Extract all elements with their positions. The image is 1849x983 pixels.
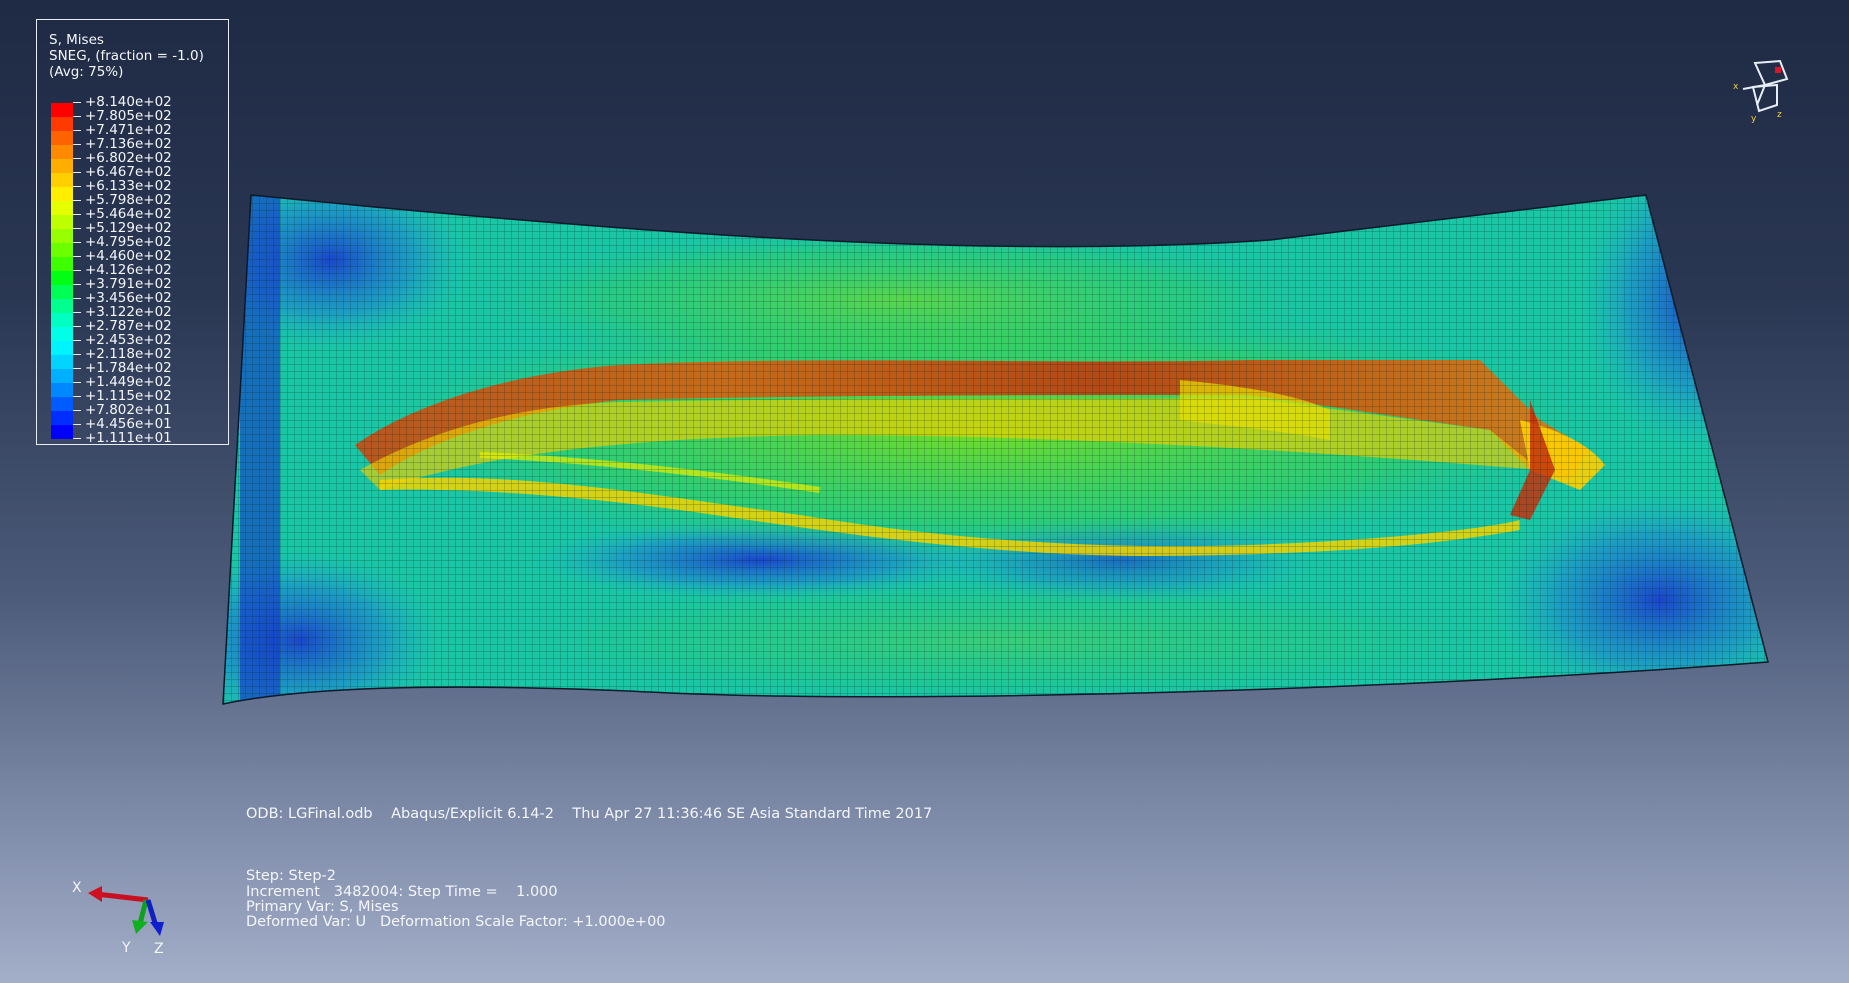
legend-averaging: (Avg: 75%) <box>49 64 124 80</box>
legend-tick <box>73 242 81 243</box>
legend-tick <box>73 354 81 355</box>
increment-text: Increment 3482004: Step Time = 1.000 <box>246 884 558 900</box>
axis-triad-icon: X Y Z <box>72 880 164 957</box>
legend-tick <box>73 256 81 257</box>
small-triad-y-label: y <box>1751 114 1757 124</box>
legend-tick <box>73 214 81 215</box>
axis-y-label: Y <box>121 940 131 956</box>
legend-tick <box>73 186 81 187</box>
legend-tick <box>73 438 81 439</box>
legend-tick <box>73 424 81 425</box>
primary-var-text: Primary Var: S, Mises <box>246 899 399 915</box>
legend-tick <box>73 382 81 383</box>
axis-x-label: X <box>72 880 82 896</box>
legend-tick <box>73 396 81 397</box>
legend-tick <box>73 116 81 117</box>
legend-tick <box>73 270 81 271</box>
legend-tick <box>73 326 81 327</box>
legend-tick <box>73 312 81 313</box>
axis-z-label: Z <box>154 941 164 957</box>
legend-tick <box>73 368 81 369</box>
legend-tick <box>73 102 81 103</box>
contour-legend: S, Mises SNEG, (fraction = -1.0) (Avg: 7… <box>36 19 229 446</box>
view-cube-icon[interactable]: x y z <box>1725 55 1795 125</box>
small-triad-z-label: z <box>1777 110 1782 120</box>
step-text: Step: Step-2 <box>246 868 336 884</box>
legend-row: +1.111e+01 <box>51 430 191 446</box>
contour-plot-viewport[interactable] <box>0 0 1849 983</box>
legend-tick <box>73 284 81 285</box>
legend-tick <box>73 158 81 159</box>
deformed-var-text: Deformed Var: U Deformation Scale Factor… <box>246 914 666 930</box>
legend-tick <box>73 144 81 145</box>
legend-tick <box>73 228 81 229</box>
legend-tick <box>73 340 81 341</box>
legend-tick <box>73 410 81 411</box>
legend-value: +1.111e+01 <box>85 430 172 446</box>
plate-mesh <box>223 195 1768 704</box>
odb-info-text: ODB: LGFinal.odb Abaqus/Explicit 6.14-2 … <box>246 806 933 822</box>
legend-tick <box>73 172 81 173</box>
legend-subtitle: SNEG, (fraction = -1.0) <box>49 48 204 64</box>
legend-tick <box>73 200 81 201</box>
small-triad-x-label: x <box>1733 82 1739 92</box>
legend-tick <box>73 130 81 131</box>
legend-tick <box>73 298 81 299</box>
legend-title: S, Mises <box>49 32 104 48</box>
